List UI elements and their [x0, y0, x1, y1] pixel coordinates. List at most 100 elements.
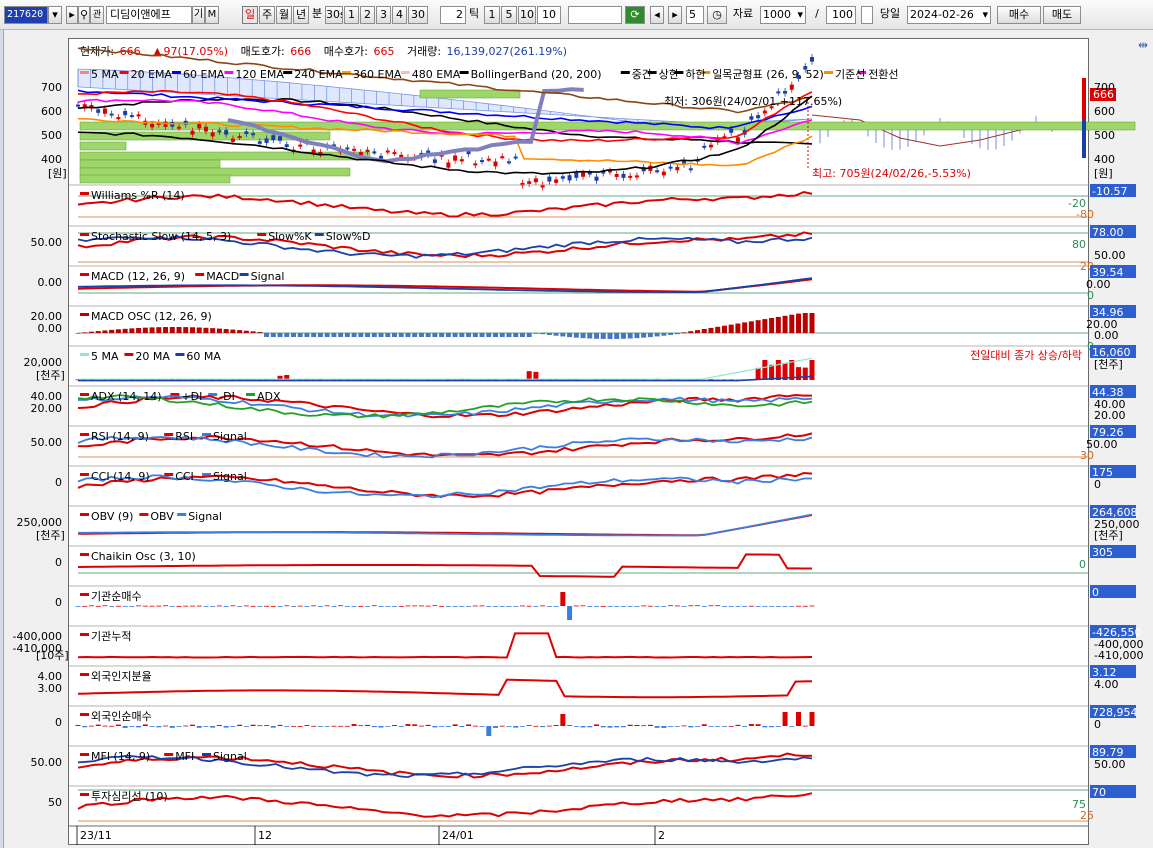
panel-11-right-extra-0: -400,000 [1094, 638, 1143, 651]
period-button-10[interactable]: 30 [408, 6, 428, 24]
m-button[interactable]: M [205, 6, 219, 24]
main-left-unit: [원] [48, 167, 67, 180]
next-arrow-icon[interactable]: ▸ [668, 6, 682, 24]
volume-value: 16,139,027(261.19%) [446, 45, 568, 58]
panel-9-tag: 305 [1090, 545, 1136, 559]
period-button-6[interactable]: 1 [344, 6, 359, 24]
data-label: 자료 [732, 7, 754, 20]
search-icon[interactable]: ⚲ [78, 6, 90, 24]
blank-input[interactable] [568, 6, 622, 24]
gi-button[interactable]: 기 [192, 6, 205, 24]
main-left-tick-0: 700 [41, 81, 62, 94]
current-price-tag: 666 [1093, 88, 1114, 101]
tick-button-1[interactable]: 5 [501, 6, 517, 24]
today-checkbox[interactable] [861, 6, 873, 24]
panel-11-tag: -426,550 [1090, 625, 1141, 639]
panel-12-left-tick-0: 4.00 [38, 670, 63, 683]
tick-label: 틱 [468, 7, 480, 20]
panel-6-tag: 79.26 [1090, 425, 1136, 439]
main-right-tick-2: 500 [1094, 129, 1115, 142]
tick-value-input[interactable]: 2 [440, 6, 466, 24]
panel-7-right-extra-0: 0 [1094, 478, 1101, 491]
price-change: 97(17.05%) [163, 45, 229, 58]
panel-4-tag-bg [1090, 345, 1136, 358]
buy-button[interactable]: 매수 [997, 6, 1041, 24]
chart-frame[interactable] [68, 38, 1089, 845]
volume-label: 거래량: [406, 45, 442, 58]
tick-button-0[interactable]: 1 [484, 6, 500, 24]
stock-code-dropdown-button[interactable]: ▾ [48, 6, 62, 24]
prev-arrow-icon[interactable]: ◂ [650, 6, 664, 24]
panel-10-tag: 0 [1090, 585, 1136, 599]
panel-11-right-extra-1: -410,000 [1094, 649, 1143, 662]
chevron-down-icon: ▾ [982, 8, 988, 21]
panel-13-tag-text: 728,954 [1092, 706, 1138, 719]
panel-12-tag: 3.12 [1090, 665, 1136, 679]
main-right-tick-3: 400 [1094, 153, 1115, 166]
ask-price: 666 [290, 45, 312, 58]
panel-5-left-tick-1: 20.00 [31, 402, 63, 415]
tick-count-input[interactable]: 10 [537, 6, 561, 24]
clock-icon[interactable]: ◷ [707, 6, 727, 24]
panel-2-tag: 39.54 [1090, 265, 1136, 279]
panel-5-tag-text: 44.38 [1092, 386, 1124, 399]
panel-5-right-extra-0: 40.00 [1094, 398, 1126, 411]
panel-4-tag: 16,060 [1090, 345, 1136, 359]
panel-13-right-extra-0: 0 [1094, 718, 1101, 731]
panel-1-tag-text: 78.00 [1092, 226, 1124, 239]
bid-price: 665 [373, 45, 395, 58]
period-button-5[interactable]: 30s [325, 6, 343, 24]
sell-button[interactable]: 매도 [1043, 6, 1081, 24]
panel-3-left-tick-0: 20.00 [31, 310, 63, 323]
main-right-tick-0: 700 [1094, 81, 1115, 94]
panel-3-tag-text: 34.96 [1092, 306, 1124, 319]
panel-13-tag: 728,954 [1090, 705, 1138, 719]
main-right-tick-1: 600 [1094, 105, 1115, 118]
panel-14-tag: 89.79 [1090, 745, 1136, 759]
panel-8-tag-bg [1090, 505, 1136, 518]
panel-6-left-tick-0: 50.00 [31, 436, 63, 449]
panel-8-right-extra-1: [천주] [1094, 528, 1123, 542]
panel-4-left-tick-0: 20,000 [24, 356, 63, 369]
panel-8-left-unit: [천주] [36, 528, 65, 542]
panel-5-left-tick-0: 40.00 [31, 390, 63, 403]
panel-6-tag-bg [1090, 425, 1136, 438]
quote-info-bar: 현재가: 666 ▲ 97(17.05%) 매도호가: 666 매수호가: 665… [80, 43, 569, 59]
tick-button-2[interactable]: 10 [518, 6, 536, 24]
main-right-unit: [원] [1094, 167, 1113, 180]
panel-8-tag-text: 264,608 [1092, 506, 1138, 519]
period-button-3[interactable]: 년 [293, 6, 309, 24]
ask-label: 매도호가: [240, 45, 285, 58]
count-input[interactable]: 5 [686, 6, 704, 24]
period-button-8[interactable]: 3 [376, 6, 391, 24]
period-button-9[interactable]: 4 [392, 6, 407, 24]
panel-2-tag-text: 39.54 [1092, 266, 1124, 279]
panel-14-tag-bg [1090, 745, 1136, 758]
period-button-2[interactable]: 월 [276, 6, 292, 24]
panel-13-left-tick-0: 0 [55, 716, 62, 729]
stock-code-input[interactable]: 217620 [4, 6, 48, 24]
panel-5-right-extra-1: 20.00 [1094, 409, 1126, 422]
page-count-input[interactable]: 100 [826, 6, 856, 24]
stock-type-button[interactable]: 관 [90, 6, 104, 24]
panel-0-tag: -10.57 [1090, 184, 1136, 198]
panel-4-tag-text: 16,060 [1092, 346, 1131, 359]
panel-9-tag-bg [1090, 545, 1136, 558]
chevron-down-icon: ▾ [797, 8, 803, 21]
expand-panel-icon[interactable]: ⇹ [1138, 38, 1148, 52]
period-button-1[interactable]: 주 [259, 6, 275, 24]
toolbar: 217620 ▾ ▸ ⚲ 관 디딤이앤에프 기 M 2 틱 ⟳ ◂ ▸ 5 ◷ … [0, 0, 1153, 30]
left-side-panel[interactable] [0, 30, 4, 848]
period-button-7[interactable]: 2 [360, 6, 375, 24]
panel-10-tag-text: 0 [1092, 586, 1099, 599]
panel-15-tag: 70 [1090, 785, 1136, 799]
next-stock-button[interactable]: ▸ [66, 6, 78, 24]
period-button-0[interactable]: 일 [242, 6, 258, 24]
panel-4-left-unit: [천주] [36, 368, 65, 382]
data-count-select[interactable]: 1000 ▾ [760, 6, 806, 24]
panel-2-tag-bg [1090, 265, 1136, 278]
refresh-icon[interactable]: ⟳ [625, 6, 645, 24]
date-picker[interactable]: 2024-02-26 ▾ [907, 6, 991, 24]
panel-1-tag-bg [1090, 225, 1136, 238]
stock-name-field[interactable]: 디딤이앤에프 [106, 6, 192, 24]
